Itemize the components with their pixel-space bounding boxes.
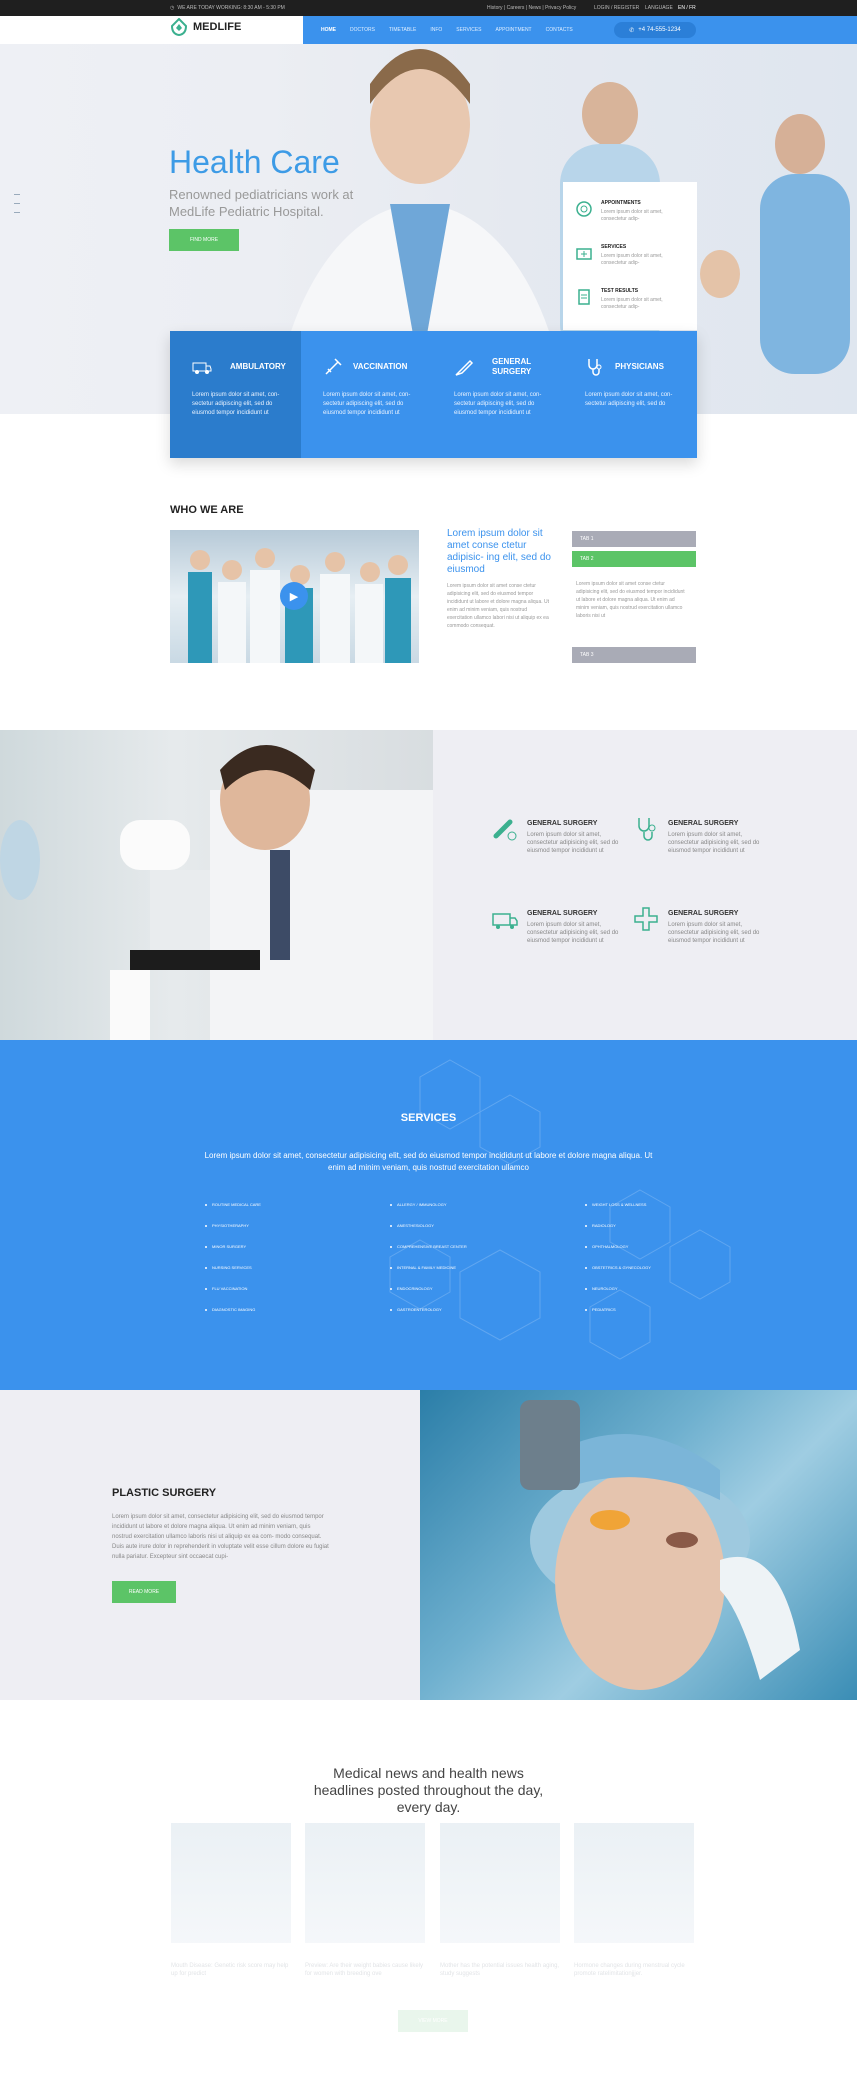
service-item[interactable]: ANESTHESIOLOGY	[390, 1223, 467, 1228]
service-item[interactable]: NURSING SERVICES	[205, 1265, 261, 1270]
read-more-button[interactable]: READ MORE	[112, 1581, 176, 1603]
tab-3[interactable]: TAB 3	[572, 647, 696, 663]
nav-info[interactable]: INFO	[430, 27, 442, 33]
services-column-1: ROUTINE MEDICAL CARE PHYSIOTHERAPHY MINOR …	[205, 1202, 261, 1328]
news-title: Medical news and health news headlines p…	[313, 1765, 544, 1815]
ambulance-icon	[492, 913, 518, 929]
service-item[interactable]: INTERNAL & FAMILY MEDICINE	[390, 1265, 467, 1270]
stethoscope-icon	[588, 359, 602, 376]
main-menu: HOME DOCTORS TIMETABLE INFO SERVICES APPOINTM…	[303, 16, 857, 44]
logo-icon	[170, 18, 188, 36]
working-hours: ◷ WE ARE TODAY WORKING: 8:30 AM - 5:30 PM	[170, 5, 285, 11]
services-link[interactable]: SERVICES Lorem ipsum dolor sit amet, cons…	[575, 244, 667, 267]
phone-icon: ✆	[629, 27, 635, 34]
appointments-link[interactable]: APPOINTMENTS Lorem ipsum dolor sit amet, …	[575, 200, 667, 223]
feature-physicians[interactable]: PHYSICIANS Lorem ipsum dolor sit amet, c…	[563, 331, 694, 458]
tab-2[interactable]: TAB 2	[572, 551, 696, 567]
services-title: SERVICES	[400, 1112, 457, 1124]
top-bar: ◷ WE ARE TODAY WORKING: 8:30 AM - 5:30 PM…	[0, 0, 857, 16]
medical-cross-icon	[634, 907, 658, 931]
logo-text: MEDLIFE	[193, 21, 242, 33]
tab-content: Lorem ipsum dolor sit amet conse ctetur …	[576, 581, 685, 619]
feature-ambulatory[interactable]: AMBULATORY Lorem ipsum dolor sit amet, c…	[170, 331, 301, 458]
news-caption[interactable]: Mouth Disease: Genetic risk score may he…	[171, 1962, 291, 1978]
ambulance-icon	[192, 362, 212, 374]
scalpel-icon	[455, 359, 474, 376]
nav-doctors[interactable]: DOCTORS	[350, 27, 375, 33]
who-we-are-heading: WHO WE ARE	[170, 504, 244, 516]
service-item[interactable]: WEIGHT LOSS & WELLNESS	[585, 1202, 651, 1207]
service-item[interactable]: ENDOCRINOLOGY	[390, 1286, 467, 1291]
play-icon: ▶	[289, 590, 299, 603]
plastic-surgery-section: PLASTIC SURGERY Lorem ipsum dolor sit am…	[0, 1390, 420, 1700]
news-caption[interactable]: Hormone changes during menstrual cycle p…	[574, 1962, 694, 1978]
patient-surgery-image	[520, 1400, 800, 1690]
nav-services[interactable]: SERVICES	[456, 27, 481, 33]
top-links[interactable]: History | Careers | News | Privacy Polic…	[487, 5, 576, 11]
services-intro: Lorem ipsum dolor sit amet, consectetur …	[204, 1151, 653, 1172]
nav-home[interactable]: HOME	[321, 27, 336, 33]
service-item[interactable]: PEDIATRICS	[585, 1307, 651, 1312]
phone-button[interactable]: ✆ +4 74-555-1234	[614, 22, 696, 38]
medical-kit-icon	[576, 248, 592, 260]
news-image[interactable]	[305, 1823, 425, 1943]
service-item[interactable]: OBSTETRICS & GYNECOLOGY	[585, 1265, 651, 1270]
appointment-icon	[576, 201, 592, 217]
service-item[interactable]: MINOR SURGERY	[205, 1244, 261, 1249]
nav-appointment[interactable]: APPOINTMENT	[496, 27, 532, 33]
find-more-button[interactable]: FIND MORE	[169, 229, 239, 251]
service-item[interactable]: FLU VACCINATION	[205, 1286, 261, 1291]
news-image[interactable]	[171, 1823, 291, 1943]
language-switcher[interactable]: EN / FR	[678, 5, 696, 11]
lab-photo	[0, 730, 433, 1040]
who-text: Lorem ipsum dolor sit amet conse ctetur …	[447, 583, 550, 629]
team-video[interactable]: ▶	[170, 530, 419, 663]
test-results-link[interactable]: TEST RESULTS Lorem ipsum dolor sit amet, …	[575, 288, 667, 311]
service-item[interactable]: RADIOLOGY	[585, 1223, 651, 1228]
eye-surgery-photo	[420, 1390, 857, 1700]
news-caption[interactable]: Mother has the potential issues health a…	[440, 1962, 560, 1978]
feature-general-surgery[interactable]: GENERAL SURGERY Lorem ipsum dolor sit am…	[432, 331, 563, 458]
quick-links-box: APPOINTMENTS Lorem ipsum dolor sit amet, …	[563, 182, 697, 330]
language-label: LANGUAGE	[645, 5, 673, 11]
syringe-icon	[325, 358, 342, 375]
who-title: Lorem ipsum dolor sit amet conse ctetur …	[447, 528, 551, 575]
service-item[interactable]: DIAGNOSTIC IMAGING	[205, 1307, 261, 1312]
service-item[interactable]: PHYSIOTHERAPHY	[205, 1223, 261, 1228]
nav-timetable[interactable]: TIMETABLE	[389, 27, 416, 33]
plastic-surgery-text: Lorem ipsum dolor sit amet, consectetur …	[112, 1514, 329, 1560]
services-column-3: WEIGHT LOSS & WELLNESS RADIOLOGY OPHTHALMO…	[585, 1202, 651, 1328]
nav-contacts[interactable]: CONTACTS	[546, 27, 573, 33]
hero-subtitle: Renowned pediatricians work at MedLife P…	[169, 187, 354, 219]
feature-vaccination[interactable]: VACCINATION Lorem ipsum dolor sit amet, …	[301, 331, 432, 458]
news-image[interactable]	[440, 1823, 560, 1943]
surgery-grid: GENERAL SURGERY Lorem ipsum dolor sit am…	[433, 730, 857, 1040]
hero-title: Health Care	[169, 144, 340, 180]
services-column-2: ALLERGY / IMMUNOLOGY ANESTHESIOLOGY COMPRE…	[390, 1202, 467, 1328]
service-item[interactable]: GASTROENTEROLOGY	[390, 1307, 467, 1312]
clipboard-icon	[578, 289, 590, 305]
login-register-link[interactable]: LOGIN / REGISTER	[594, 5, 639, 11]
clock-icon: ◷	[170, 5, 175, 11]
service-item[interactable]: ALLERGY / IMMUNOLOGY	[390, 1202, 467, 1207]
service-item[interactable]: COMPREHENSIVE BREAST CENTER	[390, 1244, 467, 1249]
services-section: SERVICES Lorem ipsum dolor sit amet, con…	[0, 1040, 857, 1390]
view-more-button[interactable]: VIEW MORE	[398, 2010, 468, 2032]
service-item[interactable]: NEUROLOGY	[585, 1286, 651, 1291]
news-caption[interactable]: Preview: Are their weight babies cause l…	[305, 1962, 425, 1978]
news-image[interactable]	[574, 1823, 694, 1943]
service-item[interactable]: ROUTINE MEDICAL CARE	[205, 1202, 261, 1207]
slider-dots[interactable]	[14, 194, 20, 221]
plastic-surgery-title: PLASTIC SURGERY	[112, 1487, 217, 1499]
scientist-microscope-image	[0, 745, 433, 1040]
features-bar: AMBULATORY Lorem ipsum dolor sit amet, c…	[170, 331, 697, 458]
play-button[interactable]: ▶	[280, 582, 308, 610]
stethoscope-icon	[638, 818, 656, 841]
tab-1[interactable]: TAB 1	[572, 531, 696, 547]
service-item[interactable]: OPHTHALMOLOGY	[585, 1244, 651, 1249]
logo[interactable]: MEDLIFE	[170, 18, 241, 36]
pills-icon	[493, 819, 517, 841]
